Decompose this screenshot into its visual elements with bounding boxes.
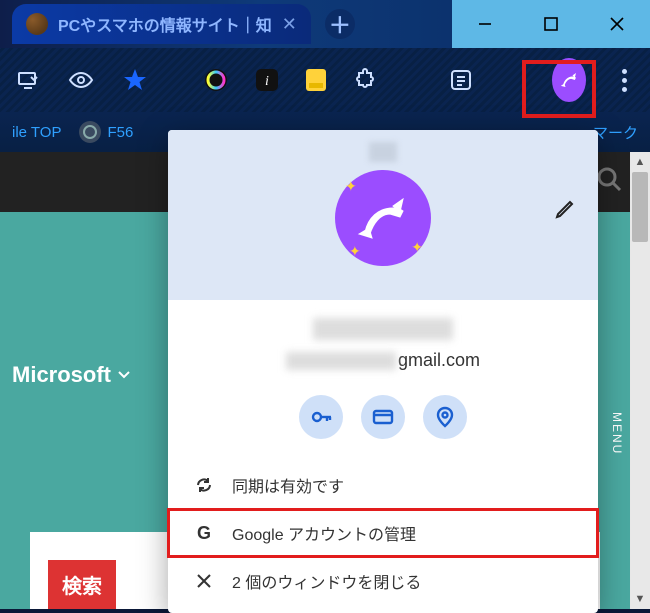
extension-note-icon[interactable] xyxy=(306,67,326,93)
profile-display-name-redacted xyxy=(313,318,453,340)
sync-status-label: 同期は有効です xyxy=(232,473,344,497)
close-windows-label: 2 個のウィンドウを閉じる xyxy=(232,569,421,593)
reading-list-icon[interactable] xyxy=(449,67,473,93)
payments-chip[interactable] xyxy=(361,395,405,439)
globe-icon xyxy=(79,121,101,143)
sync-status-row[interactable]: 同期は有効です xyxy=(168,461,598,509)
manage-account-label: Google アカウントの管理 xyxy=(232,521,416,545)
scroll-up-icon[interactable]: ▲ xyxy=(630,152,650,172)
email-local-redacted xyxy=(286,352,396,370)
edit-profile-icon[interactable] xyxy=(554,198,576,225)
profile-shortcut-chips xyxy=(168,395,598,439)
tab-close-icon[interactable]: ✕ xyxy=(282,14,297,35)
extension-rainbow-icon[interactable] xyxy=(204,67,228,93)
scroll-down-icon[interactable]: ▼ xyxy=(630,589,650,609)
profile-user-info: gmail.com xyxy=(168,300,598,381)
new-tab-button[interactable]: ＋ xyxy=(325,9,355,39)
bookmark-link[interactable]: マーク xyxy=(593,122,638,143)
bookmark-label: F56 xyxy=(107,124,133,141)
profile-avatar-large: ✦ ✦ ✦ xyxy=(335,170,431,266)
tab-title: PCやスマホの情報サイト｜知 xyxy=(58,12,272,36)
bookmark-label: マーク xyxy=(593,122,638,143)
window-controls xyxy=(452,0,650,48)
kebab-menu-icon[interactable] xyxy=(614,67,634,93)
menu-vertical-label: MENU xyxy=(610,412,624,455)
bookmark-label: ile TOP xyxy=(12,124,61,141)
tab-favicon xyxy=(26,13,48,35)
passwords-chip[interactable] xyxy=(299,395,343,439)
bookmark-star-icon[interactable] xyxy=(122,67,148,93)
bookmark-link[interactable]: F56 xyxy=(79,121,133,143)
profile-menu-popup: ✦ ✦ ✦ gmail.com 同期は有効です G Google アカウントの管… xyxy=(168,130,598,613)
sync-icon xyxy=(194,476,214,494)
profile-header: ✦ ✦ ✦ xyxy=(168,130,598,300)
close-icon xyxy=(194,574,214,588)
bookmark-link[interactable]: ile TOP xyxy=(12,124,61,141)
extension-info-icon[interactable]: i xyxy=(256,67,278,93)
microsoft-dropdown[interactable]: Microsoft xyxy=(12,362,131,388)
scroll-thumb[interactable] xyxy=(632,172,648,242)
addresses-chip[interactable] xyxy=(423,395,467,439)
window-maximize-button[interactable] xyxy=(518,0,584,48)
page-scrollbar[interactable]: ▲ ▼ xyxy=(630,152,650,609)
search-button[interactable]: 検索 xyxy=(48,560,116,609)
svg-text:i: i xyxy=(265,74,269,89)
close-windows-row[interactable]: 2 個のウィンドウを閉じる xyxy=(168,557,598,605)
install-app-icon[interactable] xyxy=(16,67,40,93)
window-minimize-button[interactable] xyxy=(452,0,518,48)
window-close-button[interactable] xyxy=(584,0,650,48)
extensions-puzzle-icon[interactable] xyxy=(354,67,378,93)
browser-tab[interactable]: PCやスマホの情報サイト｜知 ✕ xyxy=(12,4,311,44)
search-icon[interactable] xyxy=(596,166,622,197)
google-g-icon: G xyxy=(194,523,214,544)
eye-icon[interactable] xyxy=(68,67,94,93)
profile-email: gmail.com xyxy=(168,350,598,371)
manage-google-account-row[interactable]: G Google アカウントの管理 xyxy=(168,509,598,557)
annotation-profile-highlight xyxy=(522,60,596,118)
profile-short-name-redacted xyxy=(369,142,397,162)
